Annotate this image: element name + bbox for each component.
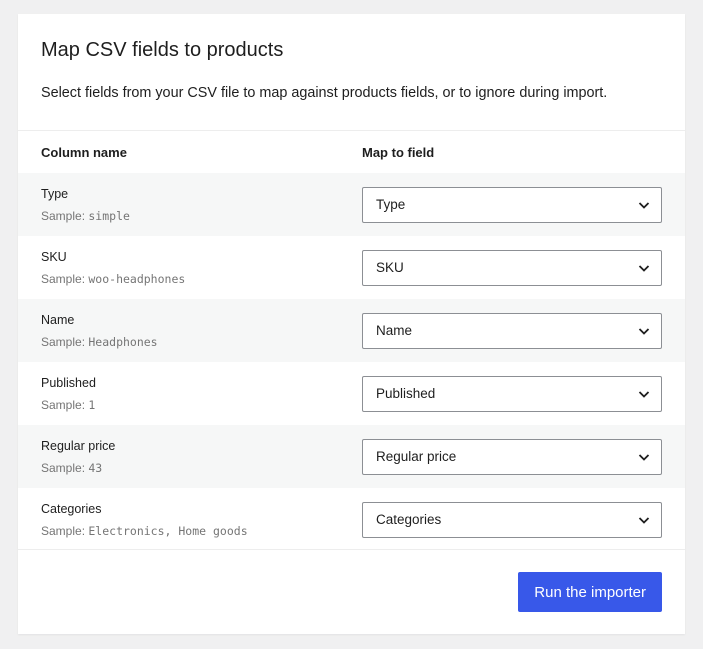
card-footer: Run the importer: [18, 549, 685, 634]
map-field-select-published[interactable]: Published: [362, 375, 662, 412]
column-name: Name: [41, 312, 75, 327]
map-field-select-type[interactable]: Type: [362, 186, 662, 223]
select-value: Name: [376, 323, 413, 338]
page-title: Map CSV fields to products: [41, 39, 284, 61]
sample-label: Sample:: [41, 208, 86, 223]
sample-label: Sample:: [41, 271, 86, 286]
sample-value: 1: [88, 397, 96, 412]
column-sample: Sample: woo-headphones: [41, 271, 362, 287]
sample-label: Sample:: [41, 523, 86, 538]
chevron-down-icon: [638, 516, 650, 524]
sample-value: Electronics, Home goods: [88, 523, 248, 538]
chevron-down-icon: [638, 453, 650, 461]
mapping-row-regular-price: Regular price Sample: 43 Regular price: [18, 425, 685, 488]
column-name-header: Column name: [41, 144, 127, 160]
column-name: Type: [41, 186, 69, 201]
select-value: Published: [376, 386, 436, 401]
sample-value: simple: [88, 208, 130, 223]
chevron-down-icon: [638, 264, 650, 272]
column-sample: Sample: simple: [41, 208, 362, 224]
column-name: Published: [41, 375, 96, 390]
column-sample: Sample: 1: [41, 397, 362, 413]
map-field-select-sku[interactable]: SKU: [362, 249, 662, 286]
table-header: Column name Map to field: [18, 131, 685, 173]
map-field-select-categories[interactable]: Categories: [362, 501, 662, 538]
run-importer-button[interactable]: Run the importer: [518, 572, 662, 612]
sample-label: Sample:: [41, 460, 86, 475]
map-field-select-regular-price[interactable]: Regular price: [362, 438, 662, 475]
importer-card: Map CSV fields to products Select fields…: [18, 14, 685, 634]
chevron-down-icon: [638, 327, 650, 335]
select-value: Categories: [376, 512, 442, 527]
chevron-down-icon: [638, 201, 650, 209]
sample-value: woo-headphones: [88, 271, 186, 286]
card-header: Map CSV fields to products Select fields…: [18, 14, 685, 131]
mapping-row-categories: Categories Sample: Electronics, Home goo…: [18, 488, 685, 551]
column-sample: Sample: Headphones: [41, 334, 362, 350]
sample-label: Sample:: [41, 397, 86, 412]
sample-label: Sample:: [41, 334, 86, 349]
select-value: SKU: [376, 260, 404, 275]
column-sample: Sample: 43: [41, 460, 362, 476]
mapping-row-name: Name Sample: Headphones Name: [18, 299, 685, 362]
chevron-down-icon: [638, 390, 650, 398]
select-value: Regular price: [376, 449, 457, 464]
mapping-rows: Type Sample: simple Type SKU Sample: woo…: [18, 173, 685, 551]
column-name: SKU: [41, 249, 67, 264]
select-value: Type: [376, 197, 406, 212]
mapping-row-type: Type Sample: simple Type: [18, 173, 685, 236]
map-to-field-header: Map to field: [362, 144, 435, 160]
mapping-row-published: Published Sample: 1 Published: [18, 362, 685, 425]
column-name: Regular price: [41, 438, 116, 453]
column-sample: Sample: Electronics, Home goods: [41, 523, 362, 539]
page-description: Select fields from your CSV file to map …: [41, 85, 608, 101]
mapping-row-sku: SKU Sample: woo-headphones SKU: [18, 236, 685, 299]
column-name: Categories: [41, 501, 102, 516]
sample-value: Headphones: [88, 334, 158, 349]
map-field-select-name[interactable]: Name: [362, 312, 662, 349]
sample-value: 43: [88, 460, 103, 475]
